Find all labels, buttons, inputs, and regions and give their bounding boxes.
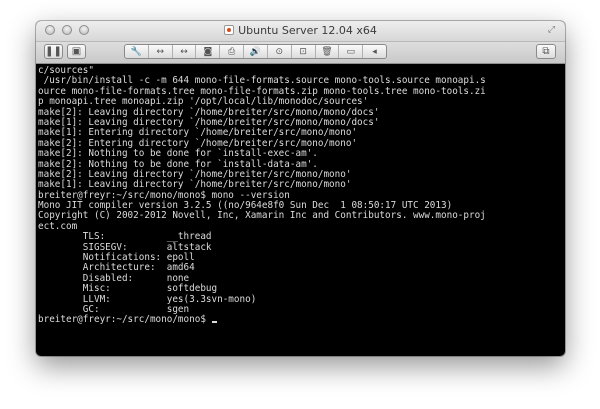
terminal-prompt-line: breiter@freyr:~/src/mono/mono$ bbox=[38, 315, 563, 325]
pause-button[interactable]: ❚❚ bbox=[44, 44, 63, 59]
vm-window: Ubuntu Server 12.04 x64 ⤢ ❚❚ ▣ 🔧 ↔ ↔ ◙ ⎙… bbox=[36, 21, 565, 356]
title-bar[interactable]: Ubuntu Server 12.04 x64 ⤢ bbox=[36, 21, 565, 42]
display-icon[interactable]: ▭ bbox=[339, 45, 364, 58]
terminal-output: c/sources" /usr/bin/install -c -m 644 mo… bbox=[38, 66, 563, 315]
scroll-left-icon[interactable]: ◂ bbox=[363, 45, 386, 58]
snapshot-button[interactable]: ▣ bbox=[67, 44, 86, 59]
fullscreen-button[interactable]: ⧉ bbox=[536, 44, 556, 59]
sound-icon[interactable]: 🔊 bbox=[244, 45, 268, 58]
usb-icon[interactable]: ⊡ bbox=[292, 45, 316, 58]
camera-icon[interactable]: ⊙ bbox=[268, 45, 292, 58]
settings-wrench-icon[interactable]: 🔧 bbox=[125, 45, 149, 58]
network-arrows-2-icon[interactable]: ↔ bbox=[173, 45, 197, 58]
vm-icon bbox=[224, 25, 235, 35]
printer-icon[interactable]: ⎙ bbox=[220, 45, 245, 58]
trash-icon[interactable]: 🗑 bbox=[316, 45, 340, 58]
toolbar: ❚❚ ▣ 🔧 ↔ ↔ ◙ ⎙ 🔊 ⊙ ⊡ 🗑 ▭ ◂ ⧉ bbox=[36, 42, 565, 64]
window-title-text: Ubuntu Server 12.04 x64 bbox=[238, 24, 377, 37]
fullscreen-toggle-icon[interactable]: ⤢ bbox=[546, 25, 557, 36]
fullscreen-icon: ⧉ bbox=[542, 46, 550, 57]
terminal-line: p monoapi.tree monoapi.zip '/opt/local/l… bbox=[38, 96, 369, 108]
device-toolbar: 🔧 ↔ ↔ ◙ ⎙ 🔊 ⊙ ⊡ 🗑 ▭ ◂ bbox=[124, 44, 387, 59]
terminal-prompt: breiter@freyr:~/src/mono/mono$ bbox=[38, 314, 212, 326]
terminal-cursor bbox=[211, 321, 217, 324]
hard-disk-icon[interactable]: ◙ bbox=[196, 45, 221, 58]
pause-icon: ❚❚ bbox=[45, 46, 62, 57]
network-arrows-icon[interactable]: ↔ bbox=[149, 45, 173, 58]
terminal-screen[interactable]: c/sources" /usr/bin/install -c -m 644 mo… bbox=[38, 66, 563, 354]
terminal-line: make[2]: Nothing to be done for `install… bbox=[38, 148, 318, 160]
snapshot-icon: ▣ bbox=[71, 46, 82, 57]
window-title: Ubuntu Server 12.04 x64 bbox=[36, 24, 565, 38]
terminal-line: Copyright (C) 2002-2012 Novell, Inc, Xam… bbox=[38, 210, 486, 222]
